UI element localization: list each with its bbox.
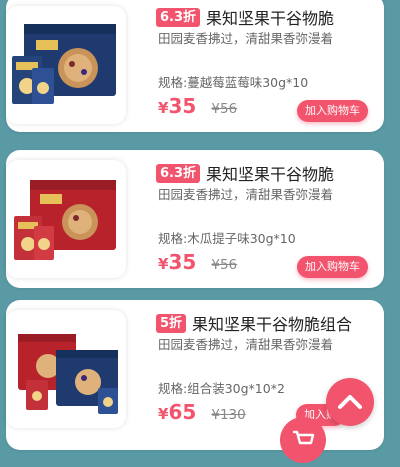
currency-symbol: ¥ bbox=[158, 99, 169, 117]
original-price: ¥56 bbox=[211, 257, 238, 273]
add-to-cart-button[interactable]: 加入购物车 bbox=[297, 100, 368, 122]
current-price: ¥35 bbox=[158, 250, 196, 274]
product-image[interactable] bbox=[6, 160, 126, 278]
product-slogan: 田园麦香拂过，清甜果香弥漫着 bbox=[158, 31, 334, 46]
product-slogan: 田园麦香拂过，清甜果香弥漫着 bbox=[158, 187, 334, 202]
original-price: ¥130 bbox=[211, 407, 246, 423]
product-spec: 规格:组合装30g*10*2 bbox=[158, 381, 285, 396]
discount-badge: 6.3折 bbox=[156, 7, 201, 27]
currency-symbol: ¥ bbox=[158, 405, 169, 423]
current-price: ¥65 bbox=[158, 400, 196, 424]
product-name[interactable]: 果知坚果干谷物脆 bbox=[206, 161, 334, 185]
product-card[interactable]: 5折 果知坚果干谷物脆组合 田园麦香拂过，清甜果香弥漫着 规格:组合装30g*1… bbox=[6, 300, 384, 450]
floating-cart-button[interactable] bbox=[280, 417, 326, 463]
product-image[interactable] bbox=[6, 310, 126, 428]
original-price: ¥56 bbox=[211, 101, 238, 117]
product-card[interactable]: 6.3折 果知坚果干谷物脆 田园麦香拂过，清甜果香弥漫着 规格:木瓜提子味30g… bbox=[6, 150, 384, 288]
price-value: 35 bbox=[168, 250, 197, 274]
product-name[interactable]: 果知坚果干谷物脆组合 bbox=[192, 311, 352, 335]
current-price: ¥35 bbox=[158, 94, 196, 118]
discount-badge: 5折 bbox=[156, 313, 187, 333]
currency-symbol: ¥ bbox=[158, 255, 169, 273]
product-spec: 规格:蔓越莓蓝莓味30g*10 bbox=[158, 75, 309, 90]
product-image[interactable] bbox=[6, 6, 126, 124]
cart-icon bbox=[292, 430, 315, 445]
back-to-top-button[interactable] bbox=[326, 378, 374, 426]
chevron-up-icon bbox=[338, 395, 362, 409]
product-slogan: 田园麦香拂过，清甜果香弥漫着 bbox=[158, 337, 334, 352]
discount-badge: 6.3折 bbox=[156, 163, 201, 183]
product-spec: 规格:木瓜提子味30g*10 bbox=[158, 231, 296, 246]
price-value: 35 bbox=[168, 94, 197, 118]
product-card[interactable]: 6.3折 果知坚果干谷物脆 田园麦香拂过，清甜果香弥漫着 规格:蔓越莓蓝莓味30… bbox=[6, 0, 384, 132]
add-to-cart-button[interactable]: 加入购物车 bbox=[297, 256, 368, 278]
product-name[interactable]: 果知坚果干谷物脆 bbox=[206, 5, 334, 29]
price-value: 65 bbox=[168, 400, 197, 424]
